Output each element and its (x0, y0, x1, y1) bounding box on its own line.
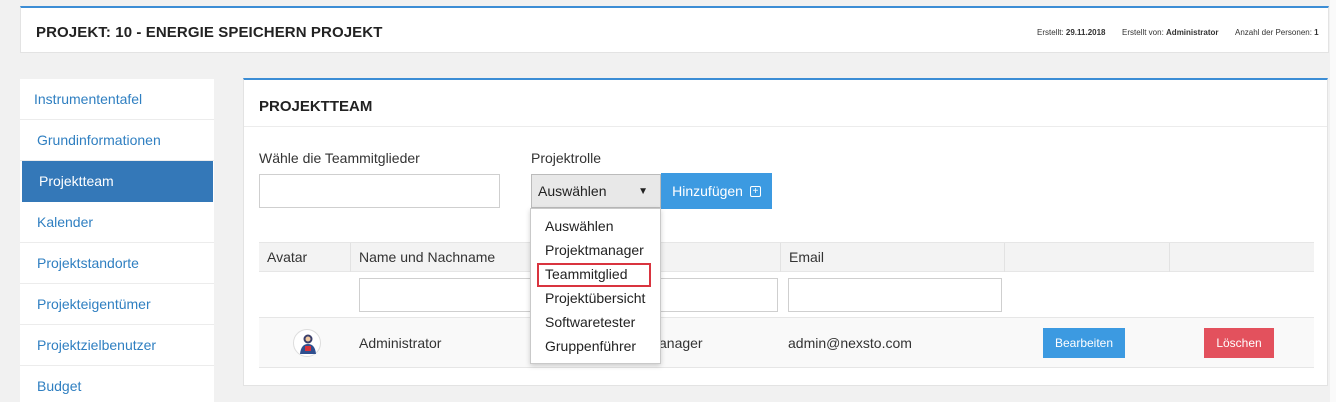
table-header: Avatar Name und Nachname Email (259, 242, 1314, 272)
role-option-auswaehlen[interactable]: Auswählen (545, 218, 614, 234)
table-row: Administrator anager admin@nexsto.com Be… (259, 318, 1314, 368)
role-option-gruppenfuehrer[interactable]: Gruppenführer (545, 338, 636, 354)
role-label: Projektrolle (531, 150, 602, 166)
created-by-label: Erstellt von: (1122, 28, 1164, 37)
created-label: Erstellt: (1037, 28, 1064, 37)
email-filter-input[interactable] (788, 278, 1002, 312)
projektteam-panel: PROJEKTTEAM Wähle die Teammitglieder Pro… (243, 78, 1328, 386)
name-filter-input[interactable] (359, 278, 534, 312)
created-by-info: Erstellt von: Administrator (1122, 28, 1218, 37)
sidebar-item-projektstandorte[interactable]: Projektstandorte (20, 243, 214, 284)
members-label: Wähle die Teammitglieder (259, 150, 420, 166)
member-name: Administrator (359, 335, 442, 351)
column-edit (1005, 243, 1170, 272)
panel-title: PROJEKTTEAM (259, 98, 373, 115)
persons-value: 1 (1314, 28, 1319, 37)
created-info: Erstellt: 29.11.2018 (1037, 28, 1106, 37)
edit-button[interactable]: Bearbeiten (1043, 328, 1125, 358)
role-option-teammitglied[interactable]: Teammitglied (545, 266, 627, 282)
column-delete (1170, 243, 1314, 272)
persons-label: Anzahl der Personen: (1235, 28, 1312, 37)
role-dropdown-menu: Auswählen Projektmanager Teammitglied Pr… (530, 208, 661, 364)
column-email: Email (781, 243, 1005, 272)
member-role: anager (659, 335, 703, 351)
project-header: PROJEKT: 10 - ENERGIE SPEICHERN PROJEKT … (20, 6, 1329, 53)
delete-button[interactable]: Löschen (1204, 328, 1274, 358)
sidebar-item-instrumententafel[interactable]: Instrumententafel (20, 79, 214, 120)
role-select[interactable]: Auswählen ▼ (531, 174, 661, 208)
created-value: 29.11.2018 (1065, 28, 1106, 37)
page-scrollbar[interactable] (1330, 0, 1336, 402)
team-members-input[interactable] (259, 174, 500, 208)
project-title: PROJEKT: 10 - ENERGIE SPEICHERN PROJEKT (36, 24, 383, 41)
add-member-button[interactable]: Hinzufügen + (661, 173, 772, 209)
sidebar-item-budget[interactable]: Budget (20, 366, 214, 402)
role-option-projektmanager[interactable]: Projektmanager (545, 242, 644, 258)
sidebar-item-projektteam[interactable]: Projektteam (22, 161, 213, 202)
sidebar-item-projekteigentuemer[interactable]: Projekteigentümer (20, 284, 214, 325)
panel-divider (244, 126, 1327, 127)
role-filter-input[interactable] (659, 278, 778, 312)
plus-square-icon: + (749, 185, 761, 197)
sidebar-item-kalender[interactable]: Kalender (20, 202, 214, 243)
column-avatar: Avatar (259, 243, 351, 272)
persons-info: Anzahl der Personen: 1 (1235, 28, 1319, 37)
sidebar-nav: Instrumententafel Grundinformationen Pro… (20, 79, 214, 402)
sidebar-item-grundinformationen[interactable]: Grundinformationen (20, 120, 214, 161)
created-by-value: Administrator (1166, 28, 1219, 37)
add-button-label: Hinzufügen (672, 183, 743, 199)
sidebar-item-projektzielbenutzer[interactable]: Projektzielbenutzer (20, 325, 214, 366)
role-select-value: Auswählen (538, 183, 607, 199)
role-option-softwaretester[interactable]: Softwaretester (545, 314, 635, 330)
user-avatar-icon (293, 329, 321, 357)
chevron-down-icon: ▼ (638, 186, 648, 197)
filter-row (259, 272, 1314, 318)
role-option-projektuebersicht[interactable]: Projektübersicht (545, 290, 645, 306)
member-email: admin@nexsto.com (788, 335, 912, 351)
